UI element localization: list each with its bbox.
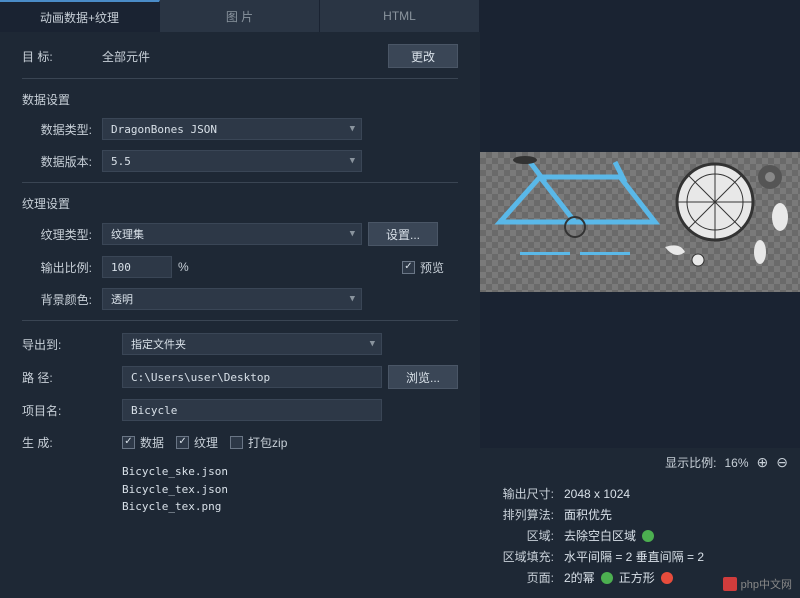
- status-fail-icon: [661, 572, 673, 584]
- data-type-select[interactable]: DragonBones JSON: [102, 118, 362, 140]
- browse-button[interactable]: 浏览...: [388, 365, 458, 389]
- data-type-label: 数据类型:: [22, 121, 102, 138]
- left-panel: 动画数据+纹理 图 片 HTML 目 标: 全部元件 更改 数据设置 数据类型:…: [0, 0, 480, 598]
- output-ratio-label: 输出比例:: [22, 259, 102, 276]
- tab-html[interactable]: HTML: [320, 0, 480, 32]
- data-version-select[interactable]: 5.5: [102, 150, 362, 172]
- gen-data-label: 数据: [140, 434, 164, 451]
- preview-checkbox-label: 预览: [420, 259, 444, 276]
- ratio-unit: %: [178, 260, 189, 274]
- target-value: 全部元件: [102, 48, 150, 65]
- watermark-text: php中文网: [741, 576, 792, 592]
- file-item: Bicycle_tex.json: [122, 481, 458, 499]
- region-value: 去除空白区域: [564, 527, 636, 544]
- zoom-ratio-value: 16%: [725, 456, 749, 470]
- texture-settings-button[interactable]: 设置...: [368, 222, 438, 246]
- texture-section-header: 纹理设置: [22, 195, 458, 212]
- page-pow2-value: 2的幂: [564, 569, 595, 586]
- status-ok-icon: [642, 530, 654, 542]
- form-content: 目 标: 全部元件 更改 数据设置 数据类型: DragonBones JSON…: [0, 32, 480, 598]
- region-fill-value: 水平间隔 = 2 垂直间隔 = 2: [564, 548, 704, 565]
- gen-texture-label: 纹理: [194, 434, 218, 451]
- watermark-logo-icon: [723, 577, 737, 591]
- gen-texture-checkbox[interactable]: [176, 436, 189, 449]
- bg-color-label: 背景颜色:: [22, 291, 102, 308]
- data-version-label: 数据版本:: [22, 153, 102, 170]
- texture-type-select[interactable]: 纹理集: [102, 223, 362, 245]
- path-label: 路 径:: [22, 369, 102, 386]
- gen-data-checkbox[interactable]: [122, 436, 135, 449]
- algorithm-value: 面积优先: [564, 506, 612, 523]
- bg-color-select[interactable]: 透明: [102, 288, 362, 310]
- file-list: Bicycle_ske.json Bicycle_tex.json Bicycl…: [122, 463, 458, 516]
- tab-image[interactable]: 图 片: [160, 0, 320, 32]
- zoom-ratio-label: 显示比例:: [665, 454, 716, 471]
- tabs: 动画数据+纹理 图 片 HTML: [0, 0, 480, 32]
- change-button[interactable]: 更改: [388, 44, 458, 68]
- file-item: Bicycle_tex.png: [122, 498, 458, 516]
- tab-animation-data-texture[interactable]: 动画数据+纹理: [0, 0, 160, 32]
- status-ok-icon: [601, 572, 613, 584]
- project-name-label: 项目名:: [22, 402, 102, 419]
- project-name-input[interactable]: [122, 399, 382, 421]
- region-fill-label: 区域填充:: [494, 548, 554, 565]
- zoom-out-icon[interactable]: ⊖: [776, 454, 788, 471]
- output-size-value: 2048 x 1024: [564, 487, 630, 501]
- generate-label: 生 成:: [22, 434, 102, 451]
- target-label: 目 标:: [22, 48, 102, 65]
- algorithm-label: 排列算法:: [494, 506, 554, 523]
- export-to-select[interactable]: 指定文件夹: [122, 333, 382, 355]
- texture-atlas-preview: [480, 152, 800, 292]
- path-input[interactable]: [122, 366, 382, 388]
- preview-area: [480, 32, 800, 448]
- gen-zip-checkbox[interactable]: [230, 436, 243, 449]
- preview-checkbox[interactable]: [402, 261, 415, 274]
- right-panel: 显示比例: 16% ⊕ ⊖ 输出尺寸: 2048 x 1024 排列算法: 面积优先…: [480, 0, 800, 598]
- preview-controls: 显示比例: 16% ⊕ ⊖: [480, 448, 800, 477]
- bicycle-sprite-icon: [480, 152, 800, 292]
- file-item: Bicycle_ske.json: [122, 463, 458, 481]
- output-size-label: 输出尺寸:: [494, 485, 554, 502]
- gen-zip-label: 打包zip: [248, 434, 287, 451]
- zoom-in-icon[interactable]: ⊕: [757, 454, 769, 471]
- page-square-value: 正方形: [619, 569, 655, 586]
- texture-type-label: 纹理类型:: [22, 226, 102, 243]
- output-ratio-input[interactable]: [102, 256, 172, 278]
- export-to-label: 导出到:: [22, 336, 102, 353]
- region-label: 区域:: [494, 527, 554, 544]
- data-section-header: 数据设置: [22, 91, 458, 108]
- page-label: 页面:: [494, 569, 554, 586]
- watermark: php中文网: [723, 576, 792, 592]
